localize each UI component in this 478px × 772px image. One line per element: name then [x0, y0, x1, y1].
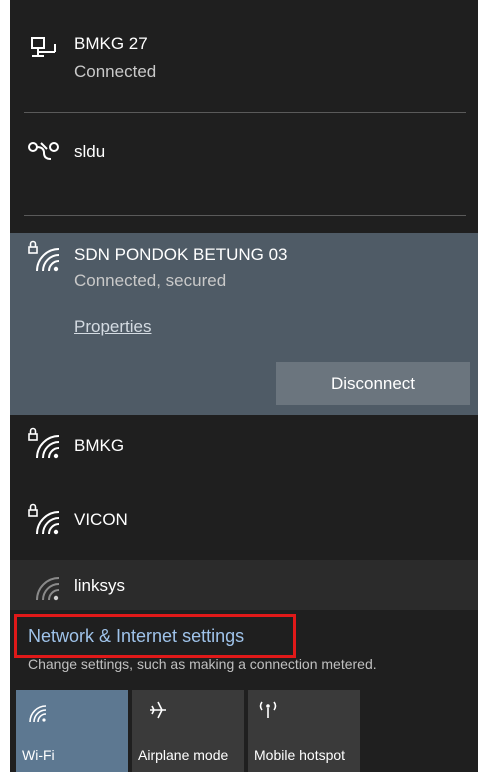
- network-settings-description: Change settings, such as making a connec…: [28, 656, 377, 672]
- network-item-linksys[interactable]: linksys: [10, 560, 478, 610]
- network-name: sldu: [74, 142, 106, 161]
- network-settings-link[interactable]: Network & Internet settings: [28, 626, 244, 647]
- disconnect-button[interactable]: Disconnect: [276, 362, 470, 405]
- network-item-dialup[interactable]: sldu: [10, 130, 478, 190]
- network-status: Connected: [74, 62, 157, 81]
- network-item-wired[interactable]: BMKG 27 Connected: [10, 20, 478, 110]
- divider: [24, 112, 466, 113]
- network-name: linksys: [74, 576, 126, 595]
- tile-label: Airplane mode: [138, 747, 229, 763]
- network-name: BMKG 27: [74, 34, 148, 53]
- wifi-icon: [26, 702, 48, 729]
- network-flyout: BMKG 27 Connected sldu SDN PONDOK BETUNG…: [10, 0, 478, 772]
- network-name: VICON: [74, 510, 128, 529]
- network-name: SDN PONDOK BETUNG 03: [74, 245, 288, 264]
- network-item-bmkg[interactable]: BMKG: [10, 420, 478, 470]
- airplane-mode-tile[interactable]: Airplane mode: [132, 690, 244, 772]
- wifi-secured-icon: [24, 500, 64, 540]
- wifi-secured-icon: [24, 424, 64, 464]
- mobile-hotspot-tile[interactable]: Mobile hotspot: [248, 690, 360, 772]
- airplane-icon: [146, 698, 170, 727]
- properties-link[interactable]: Properties: [74, 317, 151, 337]
- tile-label: Wi-Fi: [22, 747, 55, 763]
- wifi-secured-icon: [24, 237, 64, 277]
- network-status: Connected, secured: [74, 271, 227, 290]
- hotspot-icon: [256, 698, 280, 725]
- network-name: BMKG: [74, 436, 125, 455]
- network-item-vicon[interactable]: VICON: [10, 496, 478, 546]
- network-item-selected[interactable]: SDN PONDOK BETUNG 03 Connected, secured …: [10, 233, 478, 415]
- tile-label: Mobile hotspot: [254, 747, 346, 763]
- divider: [24, 215, 466, 216]
- ethernet-icon: [24, 30, 64, 70]
- wifi-open-icon: [24, 566, 64, 606]
- dialup-icon: [24, 132, 64, 172]
- wifi-toggle-tile[interactable]: Wi-Fi: [16, 690, 128, 772]
